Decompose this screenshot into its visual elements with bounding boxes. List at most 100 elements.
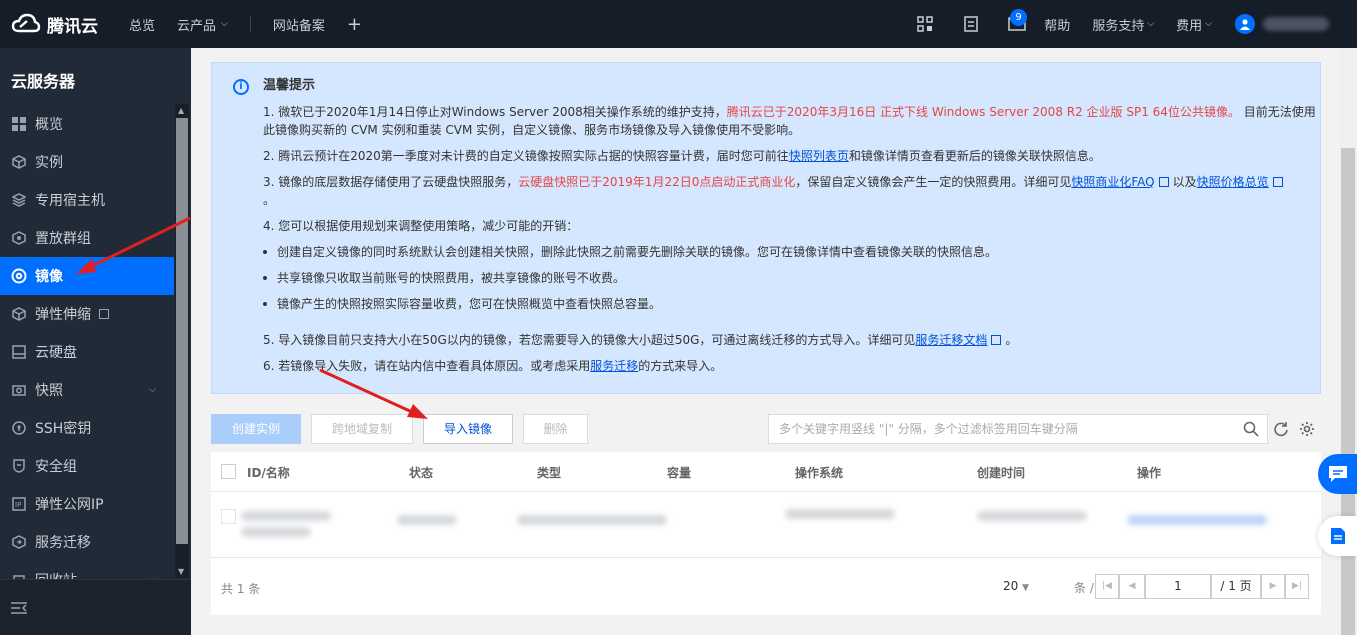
sidebar-item-label: 实例: [35, 155, 63, 171]
key-icon: [11, 420, 27, 436]
service-support-menu[interactable]: 服务支持 ⌵: [1081, 0, 1165, 48]
sidebar: 云服务器 概览 实例 专用宿主机 置放群组 镜像 弹性伸缩 云硬盘 快照 ⌵ SSH密钥 安全组 IP…: [0, 48, 191, 635]
page-number-input[interactable]: 1: [1145, 574, 1211, 599]
select-all-checkbox[interactable]: [221, 464, 236, 479]
column-id-name[interactable]: ID/名称: [247, 464, 290, 481]
scroll-up-icon[interactable]: ▲: [178, 106, 184, 115]
sidebar-item-label: 快照: [35, 383, 63, 399]
delete-button[interactable]: 删除: [523, 414, 588, 444]
user-account-name[interactable]: [1263, 17, 1329, 31]
sidebar-item-2[interactable]: 专用宿主机: [0, 181, 174, 219]
search-icon[interactable]: [1243, 421, 1259, 437]
sidebar-item-0[interactable]: 概览: [0, 105, 174, 143]
scroll-down-icon[interactable]: ▼: [178, 567, 184, 576]
brand-name: 腾讯云: [47, 16, 98, 37]
cross-region-copy-button[interactable]: 跨地域复制: [311, 414, 413, 444]
sidebar-item-label: SSH密钥: [35, 421, 92, 437]
sidebar-item-5[interactable]: 弹性伸缩: [0, 295, 174, 333]
notice-3-text: 3. 镜像的底层数据存储使用了云硬盘快照服务，: [263, 175, 519, 189]
document-icon: [1331, 528, 1345, 544]
chevron-down-icon: ⌵: [1205, 19, 1212, 29]
sidebar-title: 云服务器: [11, 72, 76, 91]
create-instance-button[interactable]: 创建实例: [211, 414, 301, 444]
qrcode-icon[interactable]: [916, 15, 934, 33]
add-shortcut-icon[interactable]: +: [336, 0, 373, 48]
last-page-icon[interactable]: ▶|: [1285, 574, 1309, 599]
row-checkbox[interactable]: [221, 509, 236, 524]
billing-menu[interactable]: 费用 ⌵: [1165, 0, 1223, 48]
sidebar-item-1[interactable]: 实例: [0, 143, 174, 181]
main-scroll-thumb[interactable]: [1341, 148, 1355, 635]
migration-link[interactable]: 服务迁移: [590, 359, 638, 373]
sidebar-item-11[interactable]: 服务迁移: [0, 523, 174, 561]
notice-3-end: 。: [263, 193, 276, 207]
settings-gear-icon[interactable]: [1299, 421, 1315, 437]
image-id-redacted[interactable]: [241, 511, 331, 521]
nav-overview[interactable]: 总览: [118, 0, 166, 48]
sidebar-item-6[interactable]: 云硬盘: [0, 333, 174, 371]
total-count: 共 1 条: [221, 582, 261, 596]
image-name-redacted: [241, 527, 311, 537]
next-page-icon[interactable]: ▶: [1261, 574, 1285, 599]
created-time-redacted: [977, 511, 1087, 521]
sidebar-scroll-thumb[interactable]: [176, 118, 188, 544]
column-status[interactable]: 状态: [409, 464, 433, 481]
migration-doc-link[interactable]: 服务迁移文档: [915, 333, 987, 347]
chevron-down-icon: ⌵: [221, 19, 228, 29]
help-link[interactable]: 帮助: [1040, 0, 1081, 48]
sidebar-item-7[interactable]: 快照 ⌵: [0, 371, 174, 409]
os-redacted: [785, 509, 895, 519]
collapse-sidebar-icon[interactable]: [11, 602, 27, 614]
total-pages: / 1 页: [1211, 574, 1261, 599]
chat-support-button[interactable]: [1318, 454, 1357, 494]
nav-products[interactable]: 云产品 ⌵: [166, 0, 239, 48]
sidebar-scrollbar[interactable]: ▲ ▼: [175, 104, 189, 578]
first-page-icon[interactable]: |◀: [1095, 574, 1119, 599]
column-actions[interactable]: 操作: [1137, 464, 1161, 481]
sidebar-item-8[interactable]: SSH密钥: [0, 409, 174, 447]
billing-label: 费用: [1176, 18, 1203, 34]
notice-bullet-1: 创建自定义镜像的同时系统默认会创建相关快照，删除此快照之前需要先删除关联的镜像。…: [263, 243, 1320, 261]
page-size-select[interactable]: 20 ▼: [1003, 579, 1029, 593]
search-input[interactable]: 多个关键字用竖线 "|" 分隔，多个过滤标签用回车键分隔: [768, 414, 1268, 444]
sidebar-item-4[interactable]: 镜像: [0, 257, 174, 295]
image-table: ID/名称 状态 类型 容量 操作系统 创建时间 操作 共 1 条 20 ▼ 条…: [211, 452, 1321, 615]
refresh-icon[interactable]: [1273, 421, 1289, 437]
sidebar-item-9[interactable]: 安全组: [0, 447, 174, 485]
feedback-button[interactable]: [1318, 516, 1357, 556]
notice-panel: i 温馨提示 1. 微软已于2020年1月14日停止对Windows Serve…: [211, 62, 1321, 394]
sidebar-item-10[interactable]: IP 弹性公网IP: [0, 485, 174, 523]
row-actions-redacted[interactable]: [1127, 515, 1267, 525]
notice-1-text: 1. 微软已于2020年1月14日停止对Windows Server 2008相…: [263, 105, 727, 119]
sidebar-item-label: 概览: [35, 117, 63, 133]
notice-item-6: 6. 若镜像导入失败，请在站内信中查看具体原因。或考虑采用服务迁移的方式来导入。: [263, 357, 1320, 375]
table-row[interactable]: [211, 493, 1321, 558]
column-type[interactable]: 类型: [537, 464, 561, 481]
notice-5-end: 。: [1005, 333, 1018, 347]
prev-page-icon[interactable]: ◀: [1119, 574, 1145, 599]
snapshot-price-link[interactable]: 快照价格总览: [1197, 175, 1269, 189]
column-capacity[interactable]: 容量: [667, 464, 691, 481]
tencent-cloud-logo[interactable]: 腾讯云: [0, 12, 118, 37]
notice-5-text: 5. 导入镜像目前只支持大小在50G以内的镜像，若您需要导入的镜像大小超过50G…: [263, 333, 916, 347]
nav-icp-filing[interactable]: 网站备案: [262, 0, 336, 48]
main-content: i 温馨提示 1. 微软已于2020年1月14日停止对Windows Serve…: [191, 48, 1339, 635]
import-image-button[interactable]: 导入镜像: [423, 414, 513, 444]
sidebar-item-label: 弹性伸缩: [35, 307, 91, 323]
chevron-down-icon: ⌵: [1147, 19, 1155, 29]
svg-text:IP: IP: [15, 501, 21, 509]
sidebar-item-3[interactable]: 置放群组: [0, 219, 174, 257]
notice-1-red: 腾讯云已于2020年3月16日 正式下线 Windows Server 2008…: [726, 105, 1240, 119]
document-icon[interactable]: [962, 15, 980, 33]
cloud-logo-icon: [11, 13, 41, 33]
column-created-time[interactable]: 创建时间: [977, 464, 1025, 481]
notice-3-text-2: ，保留自定义镜像会产生一定的快照费用。详细可见: [795, 175, 1072, 189]
pagination: 共 1 条 20 ▼ 条 / 页 |◀ ◀ 1 / 1 页 ▶ ▶|: [211, 558, 1321, 615]
snapshot-list-link[interactable]: 快照列表页: [789, 149, 849, 163]
message-count-badge: 9: [1010, 9, 1027, 26]
column-os[interactable]: 操作系统: [795, 464, 843, 481]
notice-3-red: 云硬盘快照已于2019年1月22日0点启动正式商业化: [518, 175, 796, 189]
snapshot-faq-link[interactable]: 快照商业化FAQ: [1071, 175, 1154, 189]
notice-6-text: 6. 若镜像导入失败，请在站内信中查看具体原因。或考虑采用: [263, 359, 591, 373]
user-avatar-icon[interactable]: [1235, 14, 1255, 34]
